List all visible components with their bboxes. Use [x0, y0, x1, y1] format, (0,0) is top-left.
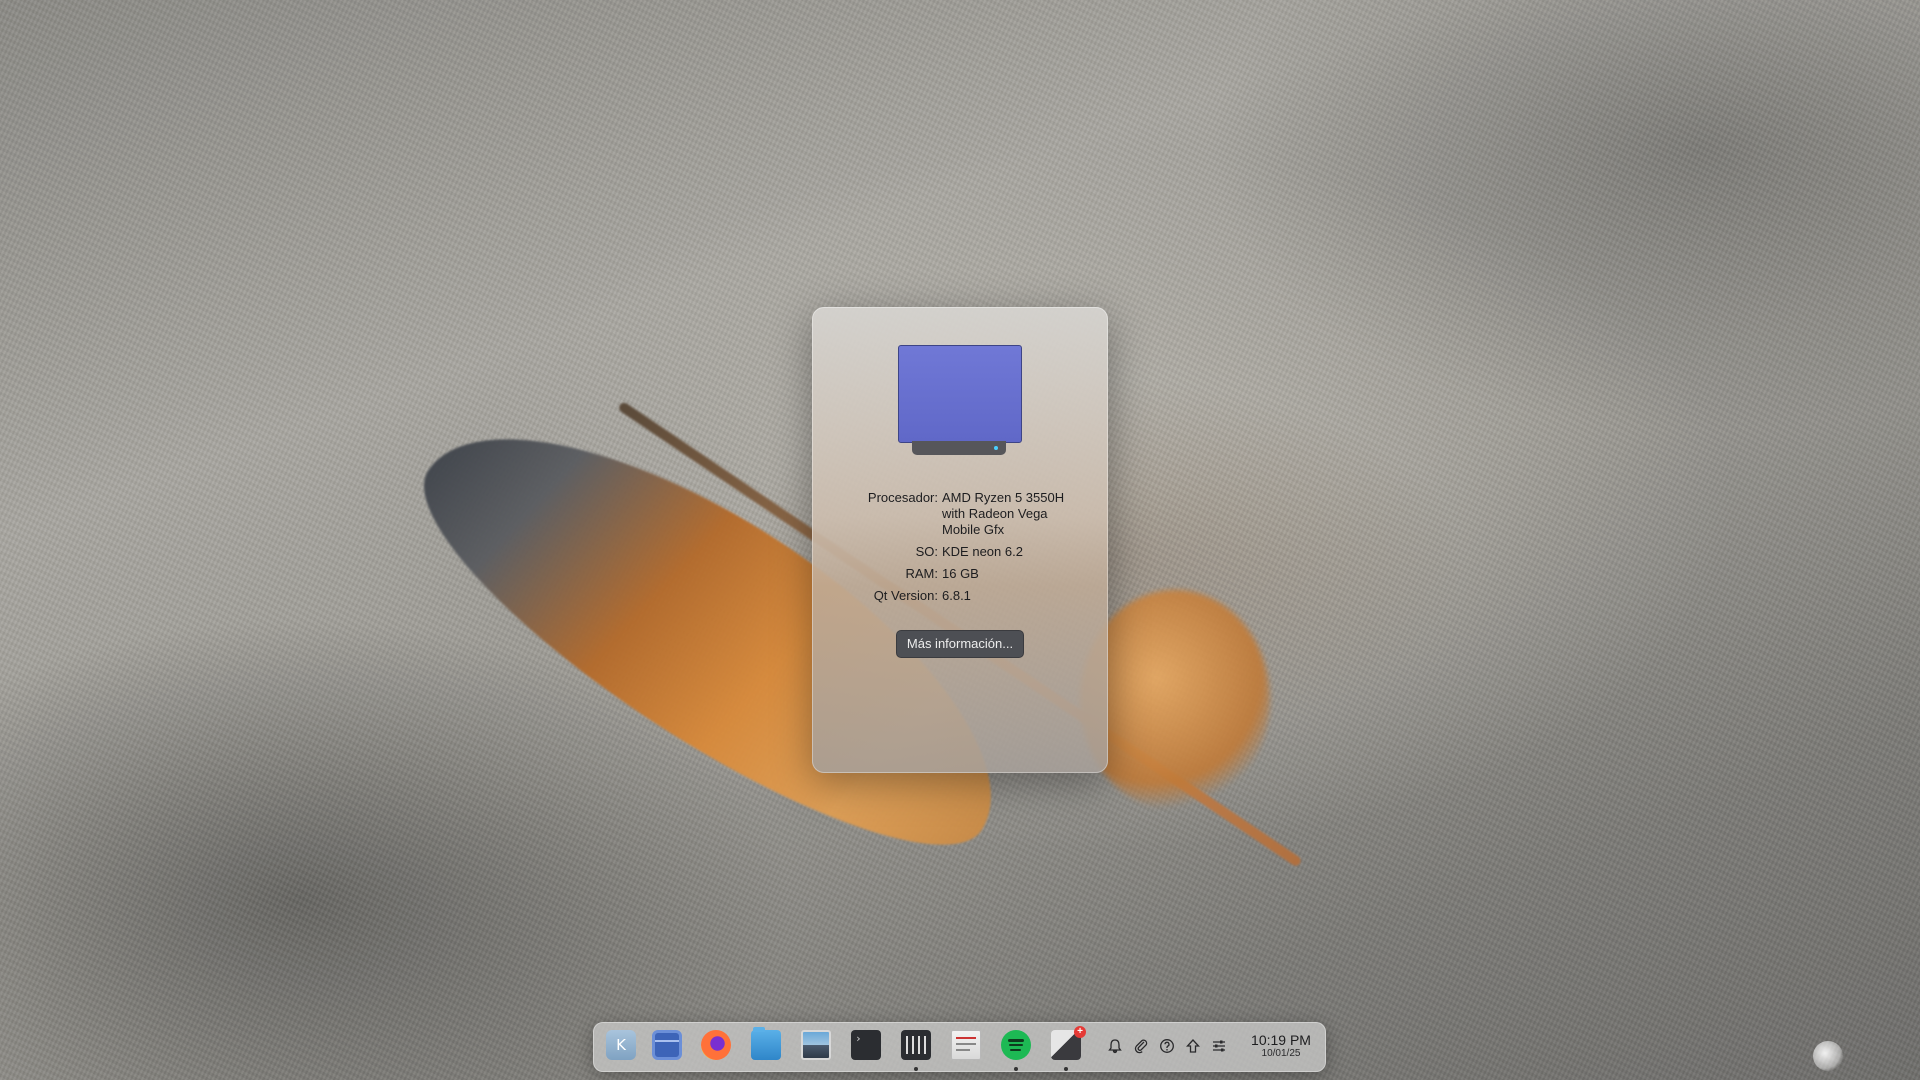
os-label: SO: [915, 544, 938, 559]
image-icon[interactable] [801, 1030, 831, 1060]
desktop-wallpaper: Procesador: AMD Ryzen 5 3550H with Radeo… [0, 0, 1920, 1080]
qt-version-row: Qt Version: 6.8.1 [812, 588, 1108, 604]
spotify-icon[interactable] [1001, 1030, 1031, 1060]
window-icon[interactable] [652, 1030, 682, 1060]
desktop-orb [1813, 1041, 1843, 1071]
feather-plume [1080, 590, 1270, 810]
upload-icon[interactable] [1183, 1036, 1203, 1056]
document-icon[interactable] [951, 1030, 981, 1060]
processor-value: AMD Ryzen 5 3550H with Radeon Vega Mobil… [942, 490, 1065, 537]
updater-running-indicator [1064, 1067, 1068, 1071]
qt-version-value: 6.8.1 [942, 588, 971, 603]
more-info-button[interactable]: Más información... [896, 630, 1024, 658]
folder-icon[interactable] [751, 1027, 781, 1060]
clock-time[interactable]: 10:19 PM [1243, 1032, 1319, 1048]
mixer-running-indicator [914, 1067, 918, 1071]
power-led [994, 446, 998, 450]
kde-logo-icon[interactable]: K [606, 1030, 636, 1060]
computer-icon [898, 345, 1022, 457]
monitor-base [912, 441, 1006, 455]
processor-row: Procesador: AMD Ryzen 5 3550H with Radeo… [812, 490, 1108, 538]
terminal-icon[interactable]: › [851, 1030, 881, 1060]
ram-value: 16 GB [942, 566, 979, 581]
os-value: KDE neon 6.2 [942, 544, 1023, 559]
ram-label: RAM: [905, 566, 939, 581]
notifications-icon[interactable] [1105, 1036, 1125, 1056]
attachment-icon[interactable] [1131, 1036, 1151, 1056]
qt-version-label: Qt Version: [873, 588, 938, 603]
update-badge: + [1074, 1026, 1086, 1038]
processor-label: Procesador: [867, 490, 938, 505]
mixer-icon[interactable] [901, 1030, 931, 1060]
os-row: SO: KDE neon 6.2 [812, 544, 1108, 560]
help-icon[interactable] [1157, 1036, 1177, 1056]
monitor-screen [898, 345, 1022, 443]
system-info-table: Procesador: AMD Ryzen 5 3550H with Radeo… [812, 490, 1108, 610]
about-computer-dialog: Procesador: AMD Ryzen 5 3550H with Radeo… [812, 307, 1108, 773]
firefox-icon[interactable] [701, 1030, 731, 1060]
spotify-running-indicator [1014, 1067, 1018, 1071]
settings-icon[interactable] [1209, 1036, 1229, 1056]
ram-row: RAM: 16 GB [812, 566, 1108, 582]
clock-date[interactable]: 10/01/25 [1243, 1048, 1319, 1060]
dock-panel: K › + 10:19 PM 10/01/25 [593, 1022, 1326, 1072]
